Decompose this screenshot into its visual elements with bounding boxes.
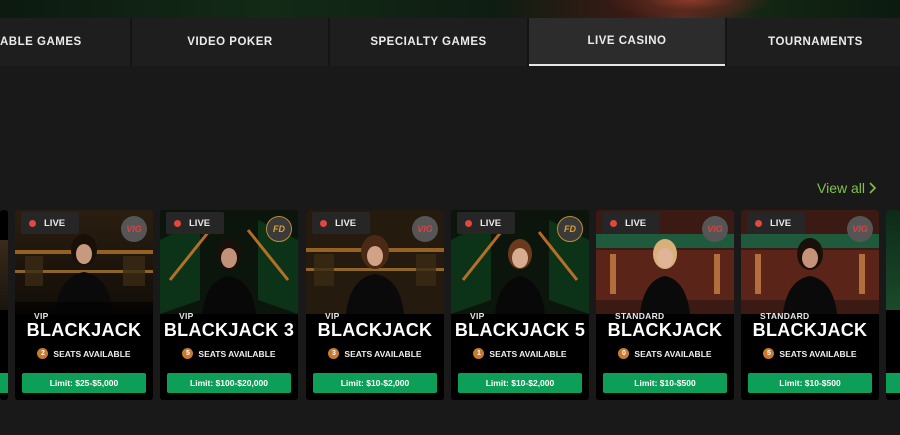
seats-available: 2 SEATS AVAILABLE — [15, 348, 153, 359]
partial-card-right[interactable] — [886, 210, 900, 400]
live-dot-icon — [465, 219, 472, 227]
seat-count-badge: 2 — [37, 348, 49, 359]
seat-count-badge: 0 — [618, 348, 630, 359]
tab-live-casino[interactable]: LIVE CASINO — [529, 18, 725, 66]
fd-logo-icon: FD — [557, 216, 583, 242]
seats-label: SEATS AVAILABLE — [779, 348, 857, 359]
table-title: BLACKJACK — [752, 320, 868, 340]
view-all-link[interactable]: View all — [817, 180, 877, 196]
live-dot-icon — [755, 219, 762, 227]
live-tables-carousel[interactable]: LIVE VIG VIP BLACKJACK 2 SEATS AVAILABLE … — [0, 210, 900, 400]
live-dot-icon — [320, 219, 327, 227]
live-badge: LIVE — [602, 212, 660, 234]
partial-card-left[interactable] — [0, 210, 8, 400]
seats-available: 3 SEATS AVAILABLE — [306, 348, 444, 359]
table-title: BLACKJACK 5 — [454, 320, 586, 340]
limit-button[interactable]: Limit: $10-$2,000 — [458, 373, 582, 393]
table-card[interactable]: LIVE VIG STANDARD BLACKJACK 5 SEATS AVAIL… — [741, 210, 879, 400]
live-label: LIVE — [770, 217, 792, 229]
table-card[interactable]: LIVE VIG VIP BLACKJACK 3 SEATS AVAILABLE … — [306, 210, 444, 400]
live-badge: LIVE — [747, 212, 805, 234]
live-label: LIVE — [480, 217, 502, 229]
live-label: LIVE — [335, 217, 357, 229]
tab-video-poker[interactable]: VIDEO POKER — [132, 18, 328, 66]
live-label: LIVE — [625, 217, 647, 229]
table-card[interactable]: LIVE FD VIP BLACKJACK 3 5 SEATS AVAILABLE… — [160, 210, 298, 400]
seats-label: SEATS AVAILABLE — [634, 348, 712, 359]
seats-label: SEATS AVAILABLE — [53, 348, 131, 359]
seat-count-badge: 5 — [182, 348, 194, 359]
vig-logo-icon: VIG — [412, 216, 438, 242]
limit-button[interactable]: Limit: $100-$20,000 — [167, 373, 291, 393]
chevron-right-icon — [869, 182, 877, 194]
live-dot-icon — [610, 219, 617, 227]
vig-logo-icon: VIG — [121, 216, 147, 242]
seats-available: 0 SEATS AVAILABLE — [596, 348, 734, 359]
live-badge: LIVE — [166, 212, 224, 234]
seats-label: SEATS AVAILABLE — [344, 348, 422, 359]
tab-table-games[interactable]: ABLE GAMES — [0, 18, 130, 66]
table-card[interactable]: LIVE VIG VIP BLACKJACK 2 SEATS AVAILABLE … — [15, 210, 153, 400]
fd-logo-icon: FD — [266, 216, 292, 242]
seats-label: SEATS AVAILABLE — [489, 348, 567, 359]
table-card[interactable]: LIVE FD VIP BLACKJACK 5 1 SEATS AVAILABLE… — [451, 210, 589, 400]
table-title: BLACKJACK — [26, 320, 142, 340]
tab-specialty-games[interactable]: SPECIALTY GAMES — [330, 18, 527, 66]
limit-button[interactable]: Limit: $10-$500 — [603, 373, 727, 393]
seat-count-badge: 1 — [473, 348, 485, 359]
jungle-banner-strip — [0, 0, 900, 18]
live-badge: LIVE — [312, 212, 370, 234]
vig-logo-icon: VIG — [702, 216, 728, 242]
table-title: BLACKJACK 3 — [163, 320, 295, 340]
seats-available: 5 SEATS AVAILABLE — [160, 348, 298, 359]
table-card[interactable]: LIVE VIG STANDARD BLACKJACK 0 SEATS AVAIL… — [596, 210, 734, 400]
live-dot-icon — [29, 219, 36, 227]
vig-logo-icon: VIG — [847, 216, 873, 242]
seats-available: 1 SEATS AVAILABLE — [451, 348, 589, 359]
seats-available: 5 SEATS AVAILABLE — [741, 348, 879, 359]
table-title: BLACKJACK — [607, 320, 723, 340]
live-label: LIVE — [44, 217, 66, 229]
game-category-nav: ABLE GAMES VIDEO POKER SPECIALTY GAMES L… — [0, 18, 900, 66]
seat-count-badge: 3 — [328, 348, 340, 359]
seats-label: SEATS AVAILABLE — [198, 348, 276, 359]
view-all-label: View all — [817, 180, 865, 196]
live-label: LIVE — [189, 217, 211, 229]
live-badge: LIVE — [457, 212, 515, 234]
live-badge: LIVE — [21, 212, 79, 234]
seat-count-badge: 5 — [763, 348, 775, 359]
limit-button[interactable]: Limit: $10-$2,000 — [313, 373, 437, 393]
limit-button[interactable]: Limit: $10-$500 — [748, 373, 872, 393]
limit-button[interactable]: Limit: $25-$5,000 — [22, 373, 146, 393]
tab-tournaments[interactable]: TOURNAMENTS — [727, 18, 900, 66]
live-dot-icon — [174, 219, 181, 227]
table-title: BLACKJACK — [317, 320, 433, 340]
